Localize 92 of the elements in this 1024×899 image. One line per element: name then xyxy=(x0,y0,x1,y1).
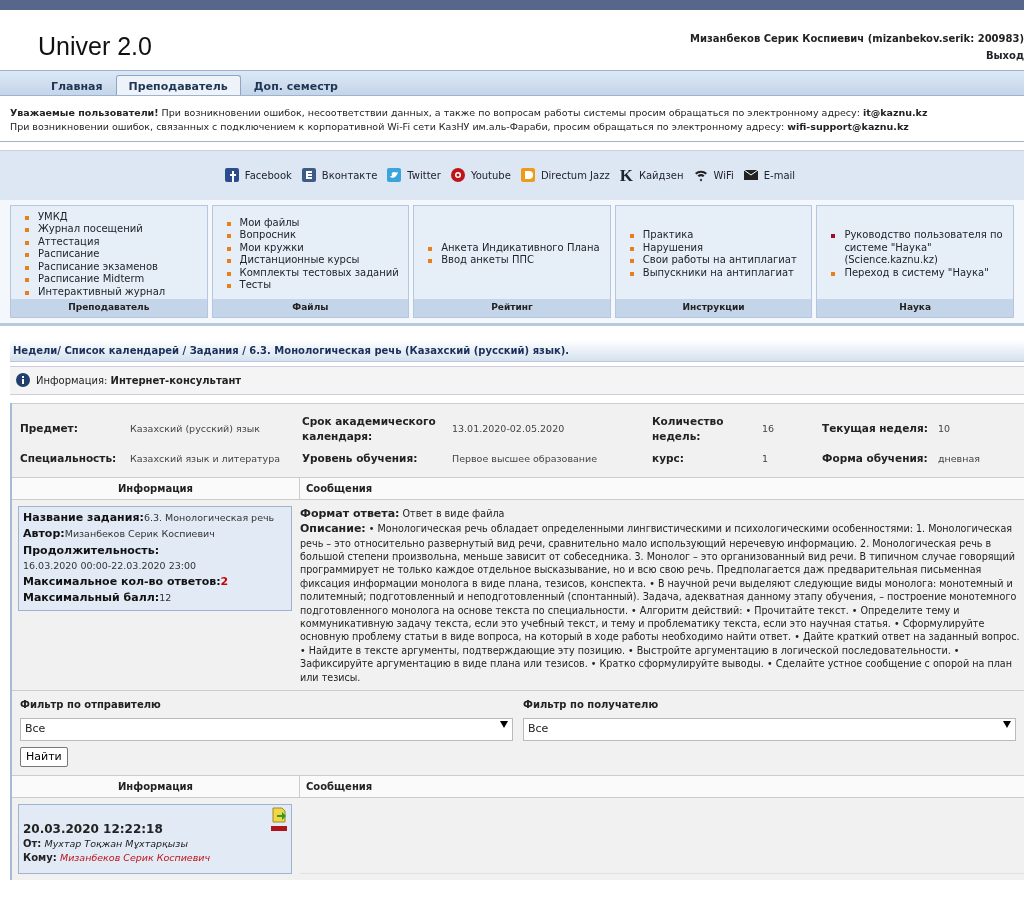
detail-label: Уровень обучения: xyxy=(302,451,419,466)
detail-value: 16 xyxy=(762,422,776,437)
menu-link[interactable]: Расписание Midterm xyxy=(38,273,145,286)
menu-link[interactable]: Журнал посещений xyxy=(38,223,143,236)
nav-tab[interactable]: Главная xyxy=(38,75,116,95)
menu-link[interactable]: Ввод анкеты ППС xyxy=(441,254,534,267)
detail-label: Форма обучения: xyxy=(822,451,929,466)
column-header: Информация xyxy=(12,477,300,499)
menu-link[interactable]: Дистанционные курсы xyxy=(239,254,360,267)
envelope-icon xyxy=(743,168,758,182)
social-link[interactable]: Directum Jazz xyxy=(540,167,610,183)
bird-icon xyxy=(387,168,402,182)
square-d-icon xyxy=(520,168,535,182)
detail-value: Казахский язык и литература xyxy=(130,451,282,466)
column-header: Сообщения xyxy=(305,481,374,496)
menu-link[interactable]: Комплекты тестовых заданий xyxy=(239,266,399,280)
detail-label: Количество недель: xyxy=(652,413,725,445)
user-name: Мизанбеков Серик Коспиевич (mizanbekov.serik: 200983) xyxy=(690,32,1024,46)
panel-title: Наука xyxy=(817,299,1013,317)
nav-tab[interactable]: Доп. семестр xyxy=(240,75,351,95)
detail-value: Казахский (русский) язык xyxy=(130,422,261,437)
panel-title: Преподаватель xyxy=(11,299,207,317)
detail-label: Текущая неделя: xyxy=(822,421,929,437)
k-logo-icon: K xyxy=(619,166,633,184)
message-from: От: Мухтар Тоқжан Мұхтарқызы xyxy=(23,837,189,852)
social-link[interactable]: Youtube xyxy=(470,167,511,183)
menu-link[interactable]: Вопросник xyxy=(239,229,297,242)
detail-value: 13.01.2020-02.05.2020 xyxy=(452,422,566,437)
column-header: Сообщения xyxy=(305,780,374,795)
detail-label: Предмет: xyxy=(20,421,79,437)
minus-icon[interactable] xyxy=(271,826,287,832)
detail-value: Первое высшее образование xyxy=(452,451,599,466)
social-link[interactable]: E-mail xyxy=(763,167,796,183)
square-b-icon xyxy=(301,168,316,182)
notice-text: Уважаемые пользователи! При возникновении ошибок, несоответствии данных, а также по вопросам работы системы просим обращаться по электронному адресу: it@kaznu.kz xyxy=(10,106,929,120)
description-text: Описание: • Монологическая речь обладает определенными лингвистическими и психологическими особенностями: 1. Монологическая речь – это относительно развернутый вид речи, сравнительно мало использующий неречевую информацию. 2. Монологическая речь в большой степени произвольна, меньше зависит от собеседника. 3. Монолог – это организованный вид речи. В типичном случае говорящий программирует не только каждое отдельное высказывание, но и всю свою речь. Предполагается даж предварительная письменная фиксация информации монолога в виде плана, тезисов, конспекта. • В научной речи выделяют следующие виды монолога: монотемный и политемный; подготовленный и неподготовленный (спонтанный). Задача, адекватная данному этапу обучения, – построение монотемного подготовленного монолога на основе текста по специальности. • Алгоритм действий: • Прочитайте текст. • Определите тему и коммуникативную задачу текста, если это учебный текст, и тему и проблематику текста, если это научная статья. • Сформулируйте основную проблему статьи в виде вопроса, на который в ходе работы необходимо найти ответ. • Дайте краткий ответ на заданный вопрос. • Найдите в тексте аргументы, подтверждающие эту позицию. • Выстройте аргументацию в логической последовательности. • Зафиксируйте аргументацию в виде плана или тезисов. • Кратко сформулируйте выводы. • Сделайте устное сообщение с опорой на план или тезисы. xyxy=(300,521,1020,685)
menu-link[interactable]: Тесты xyxy=(239,279,272,292)
menu-link[interactable]: УМКД xyxy=(38,210,68,223)
social-link[interactable]: Twitter xyxy=(407,167,441,183)
info-text: Информация: Интернет-консультант xyxy=(36,373,242,388)
menu-link[interactable]: Выпускники на антиплагиат xyxy=(642,266,794,280)
breadcrumb-text: Недели/ Список календарей / Задания / 6.3. Монологическая речь (Казахский (русский) язык). xyxy=(10,339,1024,362)
menu-link[interactable]: Интерактивный журнал xyxy=(38,285,166,298)
menu-link[interactable]: Нарушения xyxy=(642,241,704,255)
task-info-text: Максимальное кол-во ответов:2 xyxy=(23,575,229,587)
square-f-icon xyxy=(224,168,239,182)
social-link[interactable]: Facebook xyxy=(244,167,292,183)
filter-select[interactable]: Все xyxy=(523,718,1016,741)
task-info-text: Продолжительность: 16.03.2020 00:00-22.03.2020 23:00 xyxy=(23,544,196,572)
task-info-text: Максимальный балл:12 xyxy=(23,592,172,603)
panel-title: Рейтинг xyxy=(414,299,610,317)
detail-value: 1 xyxy=(762,451,770,466)
dropdown-arrow-icon xyxy=(500,721,508,729)
answer-format-text: Формат ответа: Ответ в виде файла xyxy=(300,505,506,522)
menu-link[interactable]: Расписание экзаменов xyxy=(38,260,158,273)
wifi-icon xyxy=(693,168,708,182)
filter-label: Фильтр по получателю xyxy=(523,698,660,713)
menu-link[interactable]: Мои файлы xyxy=(239,216,300,230)
task-info-text: Автор:Мизанбеков Серик Коспиевич xyxy=(23,528,215,540)
panel-title: Файлы xyxy=(212,299,409,317)
filter-select[interactable]: Все xyxy=(20,718,513,741)
message-to: Кому: Мизанбеков Серик Коспиевич xyxy=(23,851,212,865)
info-icon xyxy=(16,373,30,387)
nav-tab[interactable]: Преподаватель xyxy=(115,75,241,95)
menu-link[interactable]: Аттестация xyxy=(38,235,100,248)
social-link[interactable]: WiFi xyxy=(713,167,734,183)
menu-link[interactable]: Расписание xyxy=(38,248,100,261)
social-link[interactable]: Кайдзен xyxy=(638,167,684,183)
dropdown-arrow-icon xyxy=(1003,721,1011,729)
menu-link[interactable]: Анкета Индикативного Плана xyxy=(441,241,600,255)
menu-link[interactable]: Переход в систему "Наука" xyxy=(844,266,989,280)
logout-link[interactable]: Выход xyxy=(985,47,1024,64)
social-link[interactable]: Вконтакте xyxy=(321,167,378,183)
panel-title: Инструкции xyxy=(615,299,812,317)
filter-label: Фильтр по отправителю xyxy=(20,698,162,713)
detail-label: Срок академического календаря: xyxy=(302,413,437,445)
app-logo: Univer 2.0 xyxy=(38,31,152,62)
export-icon[interactable] xyxy=(271,807,287,824)
detail-label: курс: xyxy=(652,451,685,466)
play-circle-icon xyxy=(450,168,465,182)
menu-link[interactable]: Практика xyxy=(642,229,694,242)
task-info-text: Название задания:6.3. Монологическая речь xyxy=(23,511,275,523)
find-button[interactable]: Найти xyxy=(20,746,68,768)
menu-link[interactable]: Руководство пользователя по системе "Наука" (Science.kaznu.kz) xyxy=(844,229,1005,267)
detail-value: 10 xyxy=(938,422,952,437)
detail-value: дневная xyxy=(938,451,981,466)
column-header: Информация xyxy=(12,776,300,798)
notice-text: При возникновении ошибок, связанных с подключением к корпоративной Wi-Fi сети КазНУ им.аль-Фараби, просим обращаться по электронному адресу: wifi-support@kaznu.kz xyxy=(10,120,910,135)
message-date: 20.03.2020 12:22:18 xyxy=(23,821,163,838)
menu-link[interactable]: Свои работы на антиплагиат xyxy=(642,254,797,267)
menu-link[interactable]: Мои кружки xyxy=(239,241,304,255)
detail-label: Специальность: xyxy=(20,451,118,466)
